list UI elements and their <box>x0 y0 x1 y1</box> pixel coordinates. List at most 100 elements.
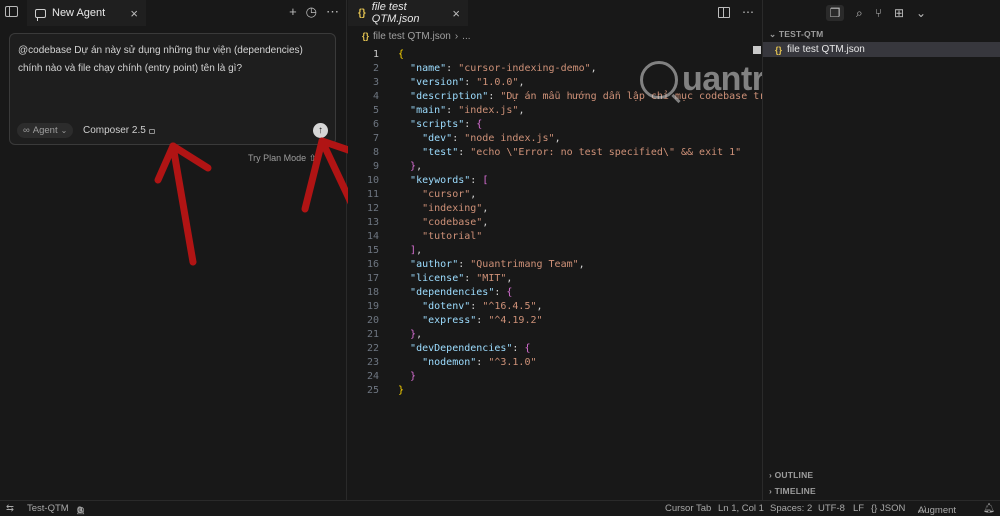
code-token: } <box>398 385 405 396</box>
code-token: "tutorial" <box>422 231 483 242</box>
code-token: : <box>446 63 459 74</box>
remote-icon[interactable]: ⇆ <box>6 503 14 514</box>
code-line[interactable]: 6 "scripts": { <box>348 118 762 132</box>
cursor-tab-status[interactable]: Cursor Tab <box>665 503 711 514</box>
code-token: "1.0.0" <box>476 77 519 88</box>
code-editor[interactable]: 1{2 "name": "cursor-indexing-demo", 3 "ve… <box>348 48 777 398</box>
extensions-icon[interactable]: ⊞ <box>894 6 904 20</box>
line-number: 4 <box>372 91 379 102</box>
scrollbar-thumb[interactable] <box>753 46 761 54</box>
close-icon[interactable]: × <box>130 6 138 21</box>
cursor-position[interactable]: Ln 1, Col 1 <box>718 503 764 514</box>
language-mode[interactable]: {} JSON <box>871 503 905 514</box>
line-source: "devDependencies": { <box>379 342 530 356</box>
line-source: } <box>379 384 404 398</box>
history-icon[interactable]: ◷ <box>306 4 317 20</box>
code-line[interactable]: 16 "author": "Quantrimang Team", <box>348 258 762 272</box>
code-line[interactable]: 13 "codebase", <box>348 216 762 230</box>
chat-input-box[interactable]: @codebase Dự án này sử dụng những thư vi… <box>9 33 336 145</box>
code-token: : <box>446 105 459 116</box>
line-source: "author": "Quantrimang Team", <box>379 258 585 272</box>
code-line[interactable]: 20 "express": "^4.19.2" <box>348 314 762 328</box>
tab-new-agent[interactable]: New Agent × <box>27 0 146 26</box>
line-number: 7 <box>372 133 379 144</box>
workspace-name[interactable]: Test-QTM <box>27 503 69 514</box>
code-line[interactable]: 19 "dotenv": "^16.4.5", <box>348 300 762 314</box>
line-source: "cursor", <box>379 188 476 202</box>
mode-selector[interactable]: ∞ Agent ⌄ <box>17 123 74 138</box>
line-number: 9 <box>372 161 379 172</box>
search-icon[interactable]: ⌕ <box>856 6 863 21</box>
plan-mode-shortcut: ⇧T <box>308 153 322 163</box>
toggle-sidebar-icon[interactable] <box>5 6 18 17</box>
code-token: } <box>410 371 417 382</box>
folder-name: TEST-QTM <box>778 29 824 39</box>
code-token: "cursor" <box>422 189 471 200</box>
timeline-section[interactable]: › TIMELINE <box>769 486 816 496</box>
code-token: "dev" <box>422 133 453 144</box>
encoding[interactable]: UTF-8 <box>818 503 845 514</box>
breadcrumb-file[interactable]: file test QTM.json <box>373 31 451 42</box>
code-token: : <box>488 91 501 102</box>
code-line[interactable]: 18 "dependencies": { <box>348 286 762 300</box>
folder-header[interactable]: ⌄ TEST-QTM <box>769 29 823 40</box>
line-number: 14 <box>366 231 379 242</box>
code-token: "dependencies" <box>410 287 495 298</box>
code-token: , <box>482 203 489 214</box>
code-line[interactable]: 25} <box>348 384 762 398</box>
code-line[interactable]: 21 }, <box>348 328 762 342</box>
split-editor-icon[interactable] <box>718 7 730 18</box>
close-icon[interactable]: × <box>452 6 460 21</box>
indentation[interactable]: Spaces: 2 <box>770 503 812 514</box>
line-source: "codebase", <box>379 216 488 230</box>
agent-tab-title: New Agent <box>52 7 106 19</box>
code-line[interactable]: 10 "keywords": [ <box>348 174 762 188</box>
line-ending[interactable]: LF <box>853 503 864 514</box>
code-token: "license" <box>410 273 465 284</box>
send-button[interactable]: ↑ <box>313 123 328 138</box>
code-line[interactable]: 22 "devDependencies": { <box>348 342 762 356</box>
tab-file-test-qtm[interactable]: {} file test QTM.json × <box>348 0 468 26</box>
line-source: "nodemon": "^3.1.0" <box>379 356 537 370</box>
source-control-icon[interactable]: ⑂ <box>875 6 882 20</box>
warning-count: 0 <box>77 505 83 516</box>
code-line[interactable]: 7 "dev": "node index.js", <box>348 132 762 146</box>
plus-icon[interactable]: + <box>289 4 297 20</box>
line-number: 10 <box>366 175 379 186</box>
more-icon[interactable]: ⋯ <box>326 4 339 20</box>
chevron-down-icon[interactable]: ⌄ <box>916 6 926 20</box>
line-source: { <box>379 48 404 62</box>
model-selector[interactable]: Composer 2.5 <box>83 125 155 136</box>
code-line[interactable]: 11 "cursor", <box>348 188 762 202</box>
code-token: , <box>536 301 543 312</box>
code-token: "^3.1.0" <box>488 357 537 368</box>
explorer-file-item[interactable]: {} file test QTM.json <box>763 42 1000 57</box>
outline-section[interactable]: › OUTLINE <box>769 470 813 480</box>
chat-input[interactable]: @codebase Dự án này sử dụng những thư vi… <box>18 42 330 78</box>
line-source: "test": "echo \"Error: no test specified… <box>379 146 741 160</box>
line-number: 19 <box>366 301 379 312</box>
code-line[interactable]: 24 } <box>348 370 762 384</box>
bell-icon[interactable]: 🔔︎ <box>983 503 995 514</box>
more-icon[interactable]: ⋯ <box>742 5 754 19</box>
code-line[interactable]: 5 "main": "index.js", <box>348 104 762 118</box>
code-line[interactable]: 8 "test": "echo \"Error: no test specifi… <box>348 146 762 160</box>
json-file-icon: {} <box>358 7 366 19</box>
code-line[interactable]: 23 "nodemon": "^3.1.0" <box>348 356 762 370</box>
plan-mode-hint[interactable]: Try Plan Mode ⇧T <box>248 153 322 164</box>
code-line[interactable]: 15 ], <box>348 244 762 258</box>
line-number: 6 <box>372 119 379 130</box>
code-line[interactable]: 14 "tutorial" <box>348 230 762 244</box>
breadcrumb-more[interactable]: ... <box>462 31 470 42</box>
line-number: 2 <box>372 63 379 74</box>
line-source: ], <box>379 244 422 258</box>
explorer-pane: ❐ ⌕ ⑂ ⊞ ⌄ ⌄ TEST-QTM {} file test QTM.js… <box>762 0 1000 500</box>
code-line[interactable]: 9 }, <box>348 160 762 174</box>
code-line[interactable]: 17 "license": "MIT", <box>348 272 762 286</box>
files-icon[interactable]: ❐ <box>826 5 844 21</box>
code-line[interactable]: 12 "indexing", <box>348 202 762 216</box>
